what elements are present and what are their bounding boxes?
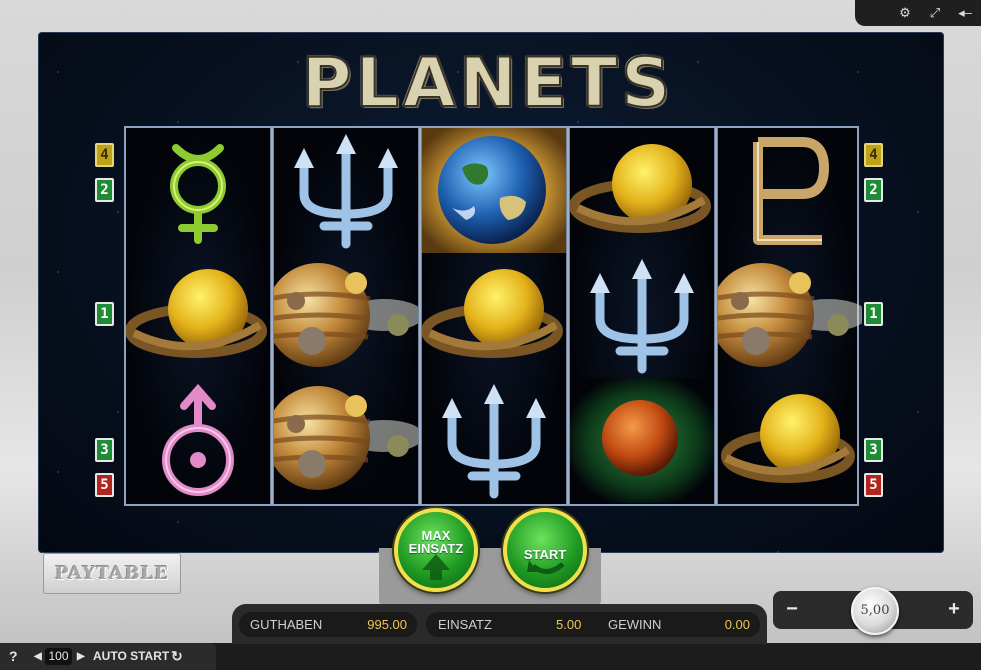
symbol-jupiter-moons	[718, 253, 862, 378]
bet-value: 5.00	[556, 617, 582, 632]
payline-marker-right: 5	[864, 473, 883, 497]
payline-marker-left: 1	[95, 302, 114, 326]
game-title: PLANETS	[301, 44, 675, 123]
reel-2	[274, 128, 418, 504]
top-toolbar: ⚙ ⤢ ◂–	[855, 0, 981, 26]
spin-arrow-icon	[527, 560, 565, 574]
symbol-neptune-trident	[570, 253, 714, 378]
win-label: GEWINN	[608, 617, 662, 632]
payline-marker-right: 2	[864, 178, 883, 202]
payline-marker-right: 3	[864, 438, 883, 462]
reel-4	[570, 128, 714, 504]
speaker-mute-icon[interactable]: ◂–	[956, 4, 974, 22]
reel-window	[124, 126, 862, 506]
arrow-up-icon	[422, 554, 450, 580]
payline-marker-left: 5	[95, 473, 114, 497]
increase-autostart-icon[interactable]: ▶	[77, 643, 85, 670]
symbol-mars	[570, 378, 714, 503]
symbol-neptune-trident	[274, 128, 418, 253]
reel-5	[718, 128, 862, 504]
symbol-jupiter-moons	[274, 378, 418, 503]
decrease-stake-button[interactable]: −	[775, 591, 809, 629]
gear-icon[interactable]: ⚙	[896, 4, 914, 22]
bet-win-field: EINSATZ 5.00 GEWINN 0.00	[426, 612, 760, 637]
symbol-mercury	[126, 128, 270, 253]
max-bet-button[interactable]: MAX EINSATZ	[394, 508, 478, 592]
payline-marker-left: 3	[95, 438, 114, 462]
symbol-saturn	[126, 253, 270, 378]
payline-marker-right: 1	[864, 302, 883, 326]
balance-field: GUTHABEN 995.00	[239, 612, 417, 637]
payline-marker-left: 4	[95, 143, 114, 167]
stake-coin[interactable]: 5,00	[851, 587, 899, 635]
symbol-uranus	[126, 378, 270, 503]
help-button[interactable]: ?	[9, 643, 18, 670]
autostart-loop-icon[interactable]: ↻	[171, 643, 183, 670]
start-button[interactable]: START	[503, 508, 587, 592]
bet-label: EINSATZ	[438, 617, 492, 632]
balance-value: 995.00	[367, 617, 407, 632]
status-panel: GUTHABEN 995.00 EINSATZ 5.00 GEWINN 0.00	[232, 604, 767, 644]
reel-1	[126, 128, 270, 504]
paytable-button[interactable]: PAYTABLE	[43, 553, 181, 594]
symbol-saturn	[422, 253, 566, 378]
game-frame: PLANETS 4 2 1 3 5 4 2 1 3 5	[38, 32, 944, 553]
symbol-pluto	[718, 128, 862, 253]
autostart-count: 100	[45, 648, 72, 665]
autostart-controls: ? ◀ 100 ▶ AUTO START ↻	[0, 643, 216, 670]
autostart-button[interactable]: AUTO START	[93, 643, 169, 670]
balance-label: GUTHABEN	[250, 617, 323, 632]
symbol-saturn	[718, 378, 862, 503]
increase-stake-button[interactable]: +	[937, 591, 971, 629]
fullscreen-icon[interactable]: ⤢	[926, 4, 944, 22]
decrease-autostart-icon[interactable]: ◀	[34, 643, 42, 670]
payline-marker-left: 2	[95, 178, 114, 202]
symbol-saturn	[570, 128, 714, 253]
symbol-earth	[422, 128, 566, 253]
reel-3	[422, 128, 566, 504]
payline-marker-right: 4	[864, 143, 883, 167]
stake-selector: − 5,00 +	[773, 587, 973, 635]
win-value: 0.00	[724, 617, 750, 632]
symbol-jupiter-moons	[274, 253, 418, 378]
symbol-neptune-trident	[422, 378, 566, 503]
